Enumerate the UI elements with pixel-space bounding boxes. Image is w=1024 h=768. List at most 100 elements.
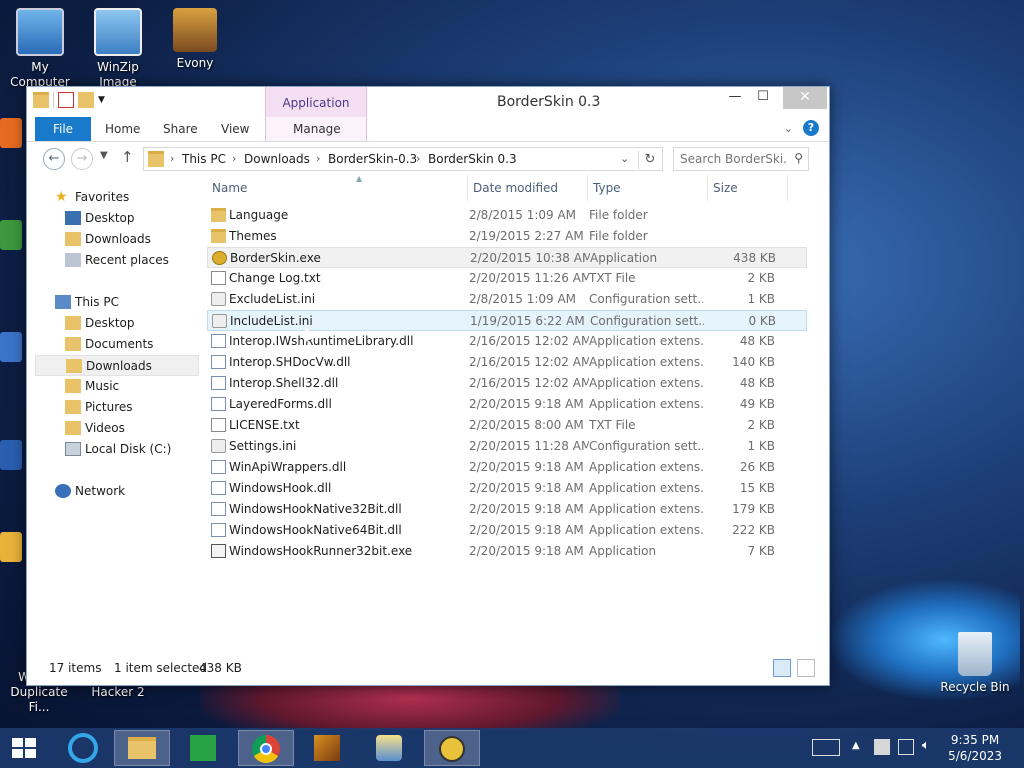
- file-row[interactable]: LICENSE.txt 2/20/2015 8:00 AM TXT File 2 KB: [207, 415, 807, 436]
- file-row[interactable]: Settings.ini 2/20/2015 11:28 AM Configurat…: [207, 436, 807, 457]
- show-hidden-icons-icon[interactable]: ▲: [852, 740, 860, 751]
- breadcrumb-separator-icon[interactable]: ›: [316, 152, 320, 165]
- taskbar-winzip[interactable]: [300, 730, 356, 766]
- recent-locations-dropdown[interactable]: ▼: [100, 150, 108, 161]
- forward-button[interactable]: →: [71, 148, 93, 170]
- nav-pc-documents[interactable]: Documents: [27, 334, 195, 355]
- minimize-button[interactable]: —: [721, 87, 749, 109]
- close-button[interactable]: ✕: [783, 87, 827, 109]
- action-center-flag-icon[interactable]: [874, 739, 890, 755]
- refresh-button[interactable]: ↻: [638, 151, 661, 169]
- nav-network[interactable]: Network: [27, 481, 195, 502]
- nav-pc-pictures[interactable]: Pictures: [27, 397, 195, 418]
- chevron-down-icon[interactable]: ▼: [98, 95, 105, 105]
- nav-recent-places[interactable]: Recent places: [27, 250, 195, 271]
- chrome-edge-icon[interactable]: [0, 220, 22, 250]
- file-row[interactable]: IncludeList.ini 1/19/2015 6:22 AM Configur…: [207, 310, 807, 331]
- file-row[interactable]: WinApiWrappers.dll 2/20/2015 9:18 AM Appli…: [207, 457, 807, 478]
- dll-file-icon: [211, 502, 226, 516]
- breadcrumb-borderskin-03[interactable]: BorderSkin 0.3: [428, 152, 517, 166]
- taskbar-borderskin[interactable]: [424, 730, 480, 766]
- column-header-size[interactable]: Size: [713, 181, 738, 199]
- file-row[interactable]: WindowsHookNative64Bit.dll 2/20/2015 9:18…: [207, 520, 807, 541]
- breadcrumb-separator-icon[interactable]: ›: [416, 152, 420, 165]
- file-size: 49 KB: [739, 397, 775, 411]
- taskbar-chrome[interactable]: [238, 730, 294, 766]
- search-input[interactable]: [680, 151, 788, 167]
- file-row[interactable]: BorderSkin.exe 2/20/2015 10:38 AM Applicat…: [207, 247, 807, 268]
- tab-file[interactable]: File: [35, 117, 91, 141]
- tab-share[interactable]: Share: [163, 117, 198, 141]
- firefox-edge-icon[interactable]: [0, 118, 22, 148]
- edge-icon[interactable]: [0, 440, 22, 470]
- nav-favorites-downloads[interactable]: Downloads: [27, 229, 195, 250]
- keyboard-icon[interactable]: [812, 739, 840, 756]
- file-row[interactable]: LayeredForms.dll 2/20/2015 9:18 AM Applica…: [207, 394, 807, 415]
- column-header-name[interactable]: Name: [212, 181, 247, 199]
- clock[interactable]: 9:35 PM 5/6/2023: [948, 732, 1002, 764]
- search-icon: ⚲: [794, 151, 803, 165]
- file-row[interactable]: Interop.SHDocVw.dll 2/16/2015 12:02 AM App…: [207, 352, 807, 373]
- taskbar-internet-explorer[interactable]: [56, 730, 112, 766]
- breadcrumb-separator-icon[interactable]: ›: [170, 152, 174, 165]
- expand-ribbon-icon[interactable]: ⌄: [784, 122, 793, 135]
- file-row[interactable]: WindowsHook.dll 2/20/2015 9:18 AM Applicat…: [207, 478, 807, 499]
- new-folder-icon[interactable]: [78, 92, 94, 108]
- breadcrumb-this-pc[interactable]: This PC: [182, 152, 226, 166]
- taskbar-store[interactable]: [176, 730, 232, 766]
- tab-home[interactable]: Home: [105, 117, 140, 141]
- nav-pc-music[interactable]: Music: [27, 376, 195, 397]
- nav-this-pc[interactable]: This PC: [27, 292, 195, 313]
- column-header-date[interactable]: Date modified: [473, 181, 558, 199]
- taskbar-file-explorer[interactable]: [114, 730, 170, 766]
- file-row[interactable]: Interop.IWshRuntimeLibrary.dll 2/16/2015 …: [207, 331, 807, 352]
- up-button[interactable]: ↑: [121, 148, 134, 166]
- nav-favorites[interactable]: ★ Favorites: [27, 187, 195, 208]
- nav-pc-downloads[interactable]: Downloads: [35, 355, 199, 376]
- nav-pc-local-disk[interactable]: Local Disk (C:): [27, 439, 195, 460]
- tab-manage[interactable]: Manage: [293, 117, 341, 141]
- properties-icon[interactable]: [58, 92, 74, 108]
- column-header-type[interactable]: Type: [593, 181, 621, 199]
- desktop-icon-evony[interactable]: Evony: [155, 8, 235, 71]
- large-icons-view-button[interactable]: [797, 659, 815, 677]
- file-row[interactable]: Themes 2/19/2015 2:27 AM File folder: [207, 226, 807, 247]
- clock-date: 5/6/2023: [948, 749, 1002, 763]
- search-box[interactable]: ⚲: [673, 147, 809, 171]
- file-row[interactable]: Change Log.txt 2/20/2015 11:26 AM TXT File…: [207, 268, 807, 289]
- winzip-edge-icon[interactable]: [0, 532, 22, 562]
- nav-pc-videos[interactable]: Videos: [27, 418, 195, 439]
- file-row[interactable]: Language 2/8/2015 1:09 AM File folder: [207, 205, 807, 226]
- file-row[interactable]: ExcludeList.ini 2/8/2015 1:09 AM Configura…: [207, 289, 807, 310]
- details-view-button[interactable]: [773, 659, 791, 677]
- nav-label: Desktop: [85, 316, 135, 330]
- taskbar-network-app[interactable]: [362, 730, 418, 766]
- network-tray-icon[interactable]: [898, 739, 914, 755]
- edge-icon[interactable]: [0, 332, 22, 362]
- nav-pc-desktop[interactable]: Desktop: [27, 313, 195, 334]
- volume-icon[interactable]: 🔈︎: [922, 738, 930, 753]
- address-dropdown-icon[interactable]: ⌄: [620, 152, 629, 165]
- nav-label: Downloads: [85, 232, 151, 246]
- help-icon[interactable]: ?: [803, 120, 819, 136]
- address-bar[interactable]: › This PC › Downloads › BorderSkin-0.3 ›…: [143, 147, 663, 171]
- file-row[interactable]: WindowsHookNative32Bit.dll 2/20/2015 9:18…: [207, 499, 807, 520]
- desktop-icon-my-computer[interactable]: My Computer: [0, 8, 80, 90]
- tab-view[interactable]: View: [221, 117, 249, 141]
- maximize-button[interactable]: ☐: [749, 87, 777, 109]
- desktop-icon-recycle-bin[interactable]: Recycle Bin: [935, 632, 1015, 695]
- breadcrumb-downloads[interactable]: Downloads: [244, 152, 310, 166]
- breadcrumb-borderskin-03-archive[interactable]: BorderSkin-0.3: [328, 152, 417, 166]
- title-bar[interactable]: ▼ Application Tools BorderSkin 0.3 — ☐ ✕: [27, 87, 829, 142]
- dll-file-icon: [211, 376, 226, 390]
- back-button[interactable]: ←: [43, 148, 65, 170]
- file-date: 2/20/2015 10:38 AM: [470, 251, 590, 265]
- folder-icon: [211, 229, 226, 243]
- breadcrumb-separator-icon[interactable]: ›: [232, 152, 236, 165]
- navigation-pane: ★ Favorites Desktop Downloads Recent pla…: [27, 179, 199, 649]
- file-type: Application extens...: [589, 334, 703, 348]
- file-row[interactable]: WindowsHookRunner32bit.exe 2/20/2015 9:18…: [207, 541, 807, 562]
- start-button[interactable]: [0, 730, 56, 766]
- nav-favorites-desktop[interactable]: Desktop: [27, 208, 195, 229]
- file-row[interactable]: Interop.Shell32.dll 2/16/2015 12:02 AM App…: [207, 373, 807, 394]
